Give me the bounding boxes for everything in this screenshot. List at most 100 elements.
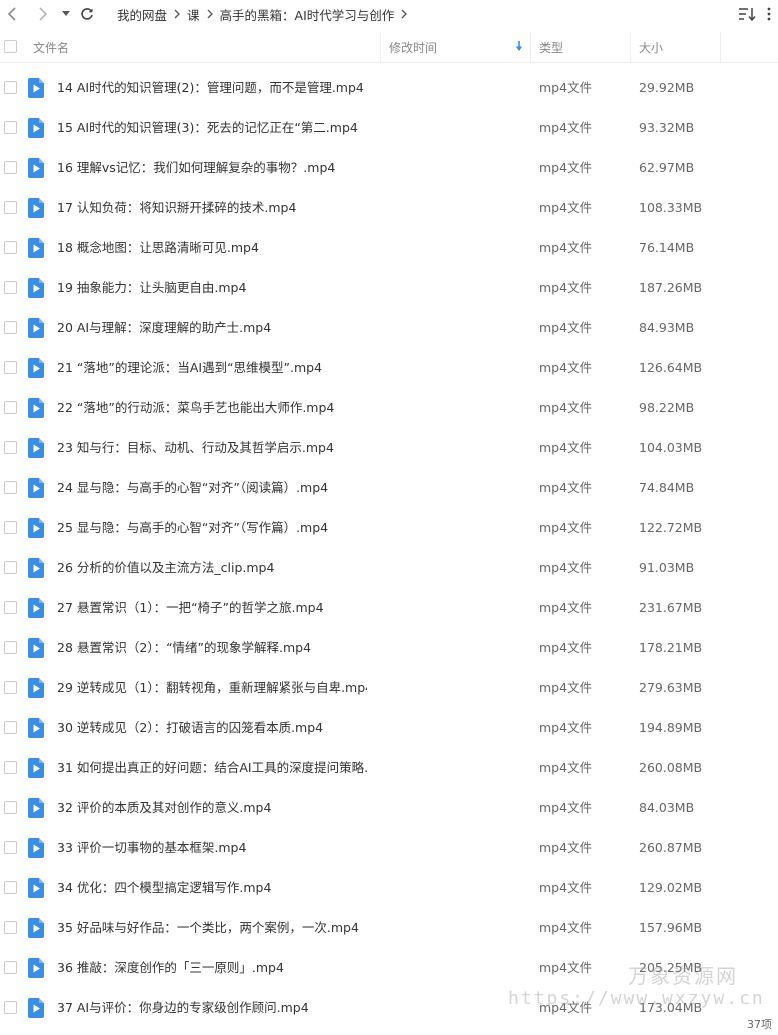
video-file-icon <box>28 518 44 538</box>
file-type: mp4文件 <box>539 840 593 855</box>
row-checkbox[interactable] <box>4 801 17 814</box>
file-row[interactable]: 21 “落地”的理论派：当AI遇到“思维模型”.mp4 mp4文件 126.64MB <box>0 348 778 388</box>
file-row[interactable]: 31 如何提出真正的好问题：结合AI工具的深度提问策略.... mp4文件 260.… <box>0 748 778 788</box>
breadcrumb: 我的网盘 课 高手的黑箱：AI时代学习与创作 <box>117 3 414 25</box>
file-name[interactable]: 16 理解vs记忆：我们如何理解复杂的事物？.mp4 <box>57 148 335 188</box>
file-name[interactable]: 20 AI与理解：深度理解的助产士.mp4 <box>57 308 271 348</box>
select-all-checkbox[interactable] <box>4 40 17 53</box>
row-checkbox[interactable] <box>4 401 17 414</box>
file-row[interactable]: 14 AI时代的知识管理(2)：管理问题，而不是管理.mp4 mp4文件 29.92… <box>0 68 778 108</box>
file-name[interactable]: 22 “落地”的行动派：菜鸟手艺也能出大师作.mp4 <box>57 388 334 428</box>
file-row[interactable]: 30 逆转成见（2）：打破语言的囚笼看本质.mp4 mp4文件 194.89MB <box>0 708 778 748</box>
file-name[interactable]: 26 分析的价值以及主流方法_clip.mp4 <box>57 548 274 588</box>
back-button[interactable] <box>4 3 20 25</box>
breadcrumb-item-course[interactable]: 课 <box>187 5 200 24</box>
file-row[interactable]: 19 抽象能力：让头脑更自由.mp4 mp4文件 187.26MB <box>0 268 778 308</box>
row-checkbox[interactable] <box>4 281 17 294</box>
column-size[interactable]: 大小 <box>639 32 719 62</box>
file-row[interactable]: 25 显与隐：与高手的心智“对齐”（写作篇）.mp4 mp4文件 122.72MB <box>0 508 778 548</box>
column-divider[interactable] <box>720 32 721 62</box>
file-name[interactable]: 29 逆转成见（1）：翻转视角，重新理解紧张与自卑.mp4 <box>57 668 367 708</box>
column-divider[interactable] <box>530 32 531 62</box>
file-row[interactable]: 32 评价的本质及其对创作的意义.mp4 mp4文件 84.03MB <box>0 788 778 828</box>
file-name[interactable]: 32 评价的本质及其对创作的意义.mp4 <box>57 788 271 828</box>
file-name[interactable]: 31 如何提出真正的好问题：结合AI工具的深度提问策略.... <box>57 748 367 788</box>
row-checkbox[interactable] <box>4 601 17 614</box>
file-name[interactable]: 36 推敲：深度创作的「三一原则」.mp4 <box>57 948 284 988</box>
file-row[interactable]: 17 认知负荷：将知识掰开揉碎的技术.mp4 mp4文件 108.33MB <box>0 188 778 228</box>
column-divider[interactable] <box>630 32 631 62</box>
file-type: mp4文件 <box>539 680 593 695</box>
file-row[interactable]: 16 理解vs记忆：我们如何理解复杂的事物？.mp4 mp4文件 62.97MB <box>0 148 778 188</box>
row-checkbox[interactable] <box>4 721 17 734</box>
file-name[interactable]: 28 悬置常识（2）：“情绪”的现象学解释.mp4 <box>57 628 311 668</box>
row-checkbox[interactable] <box>4 521 17 534</box>
file-list: 14 AI时代的知识管理(2)：管理问题，而不是管理.mp4 mp4文件 29.92… <box>0 68 778 1035</box>
file-type: mp4文件 <box>539 80 593 95</box>
file-name[interactable]: 35 好品味与好作品：一个类比，两个案例，一次.mp4 <box>57 908 359 948</box>
file-name[interactable]: 37 AI与评价：你身边的专家级创作顾问.mp4 <box>57 988 309 1028</box>
file-size: 260.87MB <box>639 840 703 855</box>
file-row[interactable]: 18 概念地图：让思路清晰可见.mp4 mp4文件 76.14MB <box>0 228 778 268</box>
breadcrumb-item-current[interactable]: 高手的黑箱：AI时代学习与创作 <box>220 5 395 24</box>
row-checkbox[interactable] <box>4 961 17 974</box>
history-dropdown[interactable] <box>60 3 72 25</box>
file-row[interactable]: 29 逆转成见（1）：翻转视角，重新理解紧张与自卑.mp4 mp4文件 279.63… <box>0 668 778 708</box>
video-file-icon <box>28 918 44 938</box>
file-row[interactable]: 22 “落地”的行动派：菜鸟手艺也能出大师作.mp4 mp4文件 98.22MB <box>0 388 778 428</box>
file-row[interactable]: 35 好品味与好作品：一个类比，两个案例，一次.mp4 mp4文件 157.96MB <box>0 908 778 948</box>
forward-button[interactable] <box>35 3 51 25</box>
row-checkbox[interactable] <box>4 561 17 574</box>
file-type: mp4文件 <box>539 280 593 295</box>
row-checkbox[interactable] <box>4 761 17 774</box>
file-row[interactable]: 33 评价一切事物的基本框架.mp4 mp4文件 260.87MB <box>0 828 778 868</box>
row-checkbox[interactable] <box>4 321 17 334</box>
file-row[interactable]: 15 AI时代的知识管理(3)：死去的记忆正在“第二.mp4 mp4文件 93.32… <box>0 108 778 148</box>
row-checkbox[interactable] <box>4 241 17 254</box>
file-name[interactable]: 34 优化：四个模型搞定逻辑写作.mp4 <box>57 868 271 908</box>
row-checkbox[interactable] <box>4 441 17 454</box>
more-options-button[interactable] <box>762 3 776 25</box>
file-name[interactable]: 24 显与隐：与高手的心智“对齐”（阅读篇）.mp4 <box>57 468 328 508</box>
file-name[interactable]: 17 认知负荷：将知识掰开揉碎的技术.mp4 <box>57 188 296 228</box>
row-checkbox[interactable] <box>4 921 17 934</box>
row-checkbox[interactable] <box>4 201 17 214</box>
row-checkbox[interactable] <box>4 481 17 494</box>
row-checkbox[interactable] <box>4 121 17 134</box>
column-divider[interactable] <box>380 32 381 62</box>
file-name[interactable]: 23 知与行：目标、动机、行动及其哲学启示.mp4 <box>57 428 334 468</box>
file-row[interactable]: 28 悬置常识（2）：“情绪”的现象学解释.mp4 mp4文件 178.21MB <box>0 628 778 668</box>
file-row[interactable]: 27 悬置常识（1）：一把“椅子”的哲学之旅.mp4 mp4文件 231.67MB <box>0 588 778 628</box>
row-checkbox[interactable] <box>4 841 17 854</box>
column-modified[interactable]: 修改时间 <box>389 32 529 62</box>
file-name[interactable]: 18 概念地图：让思路清晰可见.mp4 <box>57 228 259 268</box>
file-type: mp4文件 <box>539 440 593 455</box>
file-row[interactable]: 23 知与行：目标、动机、行动及其哲学启示.mp4 mp4文件 104.03MB <box>0 428 778 468</box>
row-checkbox[interactable] <box>4 161 17 174</box>
refresh-button[interactable] <box>78 3 96 25</box>
file-name[interactable]: 21 “落地”的理论派：当AI遇到“思维模型”.mp4 <box>57 348 322 388</box>
breadcrumb-item-home[interactable]: 我的网盘 <box>117 5 167 24</box>
row-checkbox[interactable] <box>4 681 17 694</box>
sort-order-button[interactable] <box>736 3 758 25</box>
video-file-icon <box>28 198 44 218</box>
file-name[interactable]: 15 AI时代的知识管理(3)：死去的记忆正在“第二.mp4 <box>57 108 358 148</box>
file-name[interactable]: 14 AI时代的知识管理(2)：管理问题，而不是管理.mp4 <box>57 68 364 108</box>
file-name[interactable]: 25 显与隐：与高手的心智“对齐”（写作篇）.mp4 <box>57 508 328 548</box>
file-row[interactable]: 24 显与隐：与高手的心智“对齐”（阅读篇）.mp4 mp4文件 74.84MB <box>0 468 778 508</box>
row-checkbox[interactable] <box>4 881 17 894</box>
file-name[interactable]: 30 逆转成见（2）：打破语言的囚笼看本质.mp4 <box>57 708 323 748</box>
file-size: 187.26MB <box>639 280 703 295</box>
column-name[interactable]: 文件名 <box>33 32 373 62</box>
row-checkbox[interactable] <box>4 1001 17 1014</box>
column-type[interactable]: 类型 <box>539 32 624 62</box>
file-row[interactable]: 34 优化：四个模型搞定逻辑写作.mp4 mp4文件 129.02MB <box>0 868 778 908</box>
file-name[interactable]: 19 抽象能力：让头脑更自由.mp4 <box>57 268 246 308</box>
file-name[interactable]: 27 悬置常识（1）：一把“椅子”的哲学之旅.mp4 <box>57 588 324 628</box>
row-checkbox[interactable] <box>4 81 17 94</box>
row-checkbox[interactable] <box>4 641 17 654</box>
row-checkbox[interactable] <box>4 361 17 374</box>
file-row[interactable]: 20 AI与理解：深度理解的助产士.mp4 mp4文件 84.93MB <box>0 308 778 348</box>
file-row[interactable]: 26 分析的价值以及主流方法_clip.mp4 mp4文件 91.03MB <box>0 548 778 588</box>
file-name[interactable]: 33 评价一切事物的基本框架.mp4 <box>57 828 246 868</box>
